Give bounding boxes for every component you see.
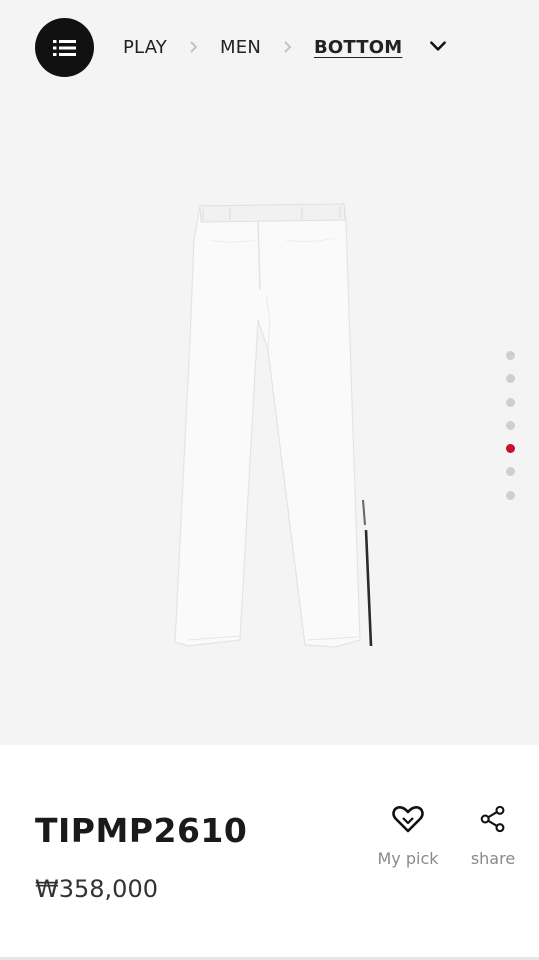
- carousel-dot[interactable]: [506, 351, 515, 360]
- carousel-dot[interactable]: [506, 374, 515, 384]
- my-pick-button[interactable]: My pick: [368, 801, 448, 868]
- carousel-dots: [506, 351, 516, 514]
- heart-icon: [392, 805, 424, 833]
- menu-button[interactable]: [35, 18, 94, 77]
- category-dropdown[interactable]: [426, 34, 450, 58]
- product-title: TIPMP2610: [35, 811, 248, 850]
- product-info: TIPMP2610 ₩358,000 My pick share: [0, 745, 539, 960]
- breadcrumb-play[interactable]: PLAY: [123, 37, 167, 58]
- share-button[interactable]: share: [453, 801, 533, 868]
- product-image: [174, 203, 373, 648]
- carousel-dot[interactable]: [506, 490, 515, 500]
- product-price: ₩358,000: [35, 875, 158, 903]
- breadcrumb: PLAY MEN BOTTOM: [123, 34, 402, 60]
- carousel-dot[interactable]: [506, 420, 515, 430]
- share-icon: [480, 805, 505, 833]
- product-gallery[interactable]: PLAY MEN BOTTOM: [0, 0, 539, 745]
- chevron-down-icon: [430, 41, 446, 51]
- carousel-dot[interactable]: [506, 467, 515, 477]
- breadcrumb-men[interactable]: MEN: [220, 37, 261, 58]
- carousel-dot-active[interactable]: [506, 444, 515, 454]
- my-pick-label: My pick: [377, 849, 439, 868]
- chevron-right-icon: [189, 41, 198, 53]
- breadcrumb-bottom[interactable]: BOTTOM: [314, 37, 402, 58]
- share-label: share: [470, 849, 516, 868]
- chevron-right-icon: [283, 41, 292, 53]
- list-menu-icon: [52, 39, 76, 56]
- carousel-dot[interactable]: [506, 397, 515, 407]
